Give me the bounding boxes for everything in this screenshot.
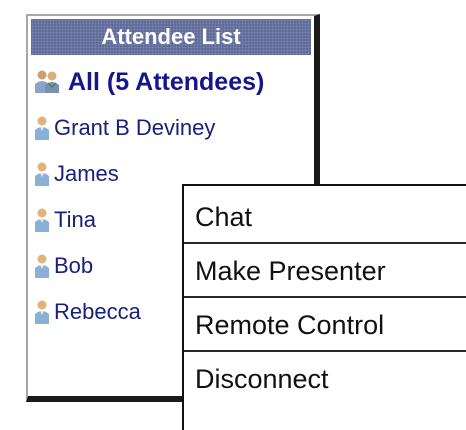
person-icon (35, 208, 49, 232)
attendee-name: James (54, 161, 119, 186)
attendee-name: Bob (54, 253, 94, 278)
attendee-name: Rebecca (54, 299, 141, 324)
attendee-context-menu: Chat Make Presenter Remote Control Disco… (182, 184, 466, 430)
attendee-item-grant[interactable]: Grant B Deviney (34, 108, 215, 148)
attendee-item-rebecca[interactable]: Rebecca (34, 292, 141, 332)
menu-item-remote-control[interactable]: Remote Control (184, 298, 466, 352)
attendee-all-item[interactable]: All (5 Attendees) (34, 62, 264, 102)
group-users-icon (35, 70, 59, 93)
attendee-list-title: Attendee List (31, 19, 311, 55)
menu-item-chat[interactable]: Chat (184, 190, 466, 244)
person-icon (35, 116, 49, 140)
attendee-item-bob[interactable]: Bob (34, 246, 93, 286)
attendee-item-tina[interactable]: Tina (34, 200, 96, 240)
menu-item-make-presenter[interactable]: Make Presenter (184, 244, 466, 298)
person-icon (35, 162, 49, 186)
attendee-name: Tina (54, 207, 96, 232)
person-icon (35, 300, 49, 324)
attendee-item-james[interactable]: James (34, 154, 119, 194)
menu-item-disconnect[interactable]: Disconnect (184, 352, 466, 406)
person-icon (35, 254, 49, 278)
attendee-all-label: All (5 Attendees) (68, 67, 265, 96)
attendee-name: Grant B Deviney (54, 115, 216, 140)
